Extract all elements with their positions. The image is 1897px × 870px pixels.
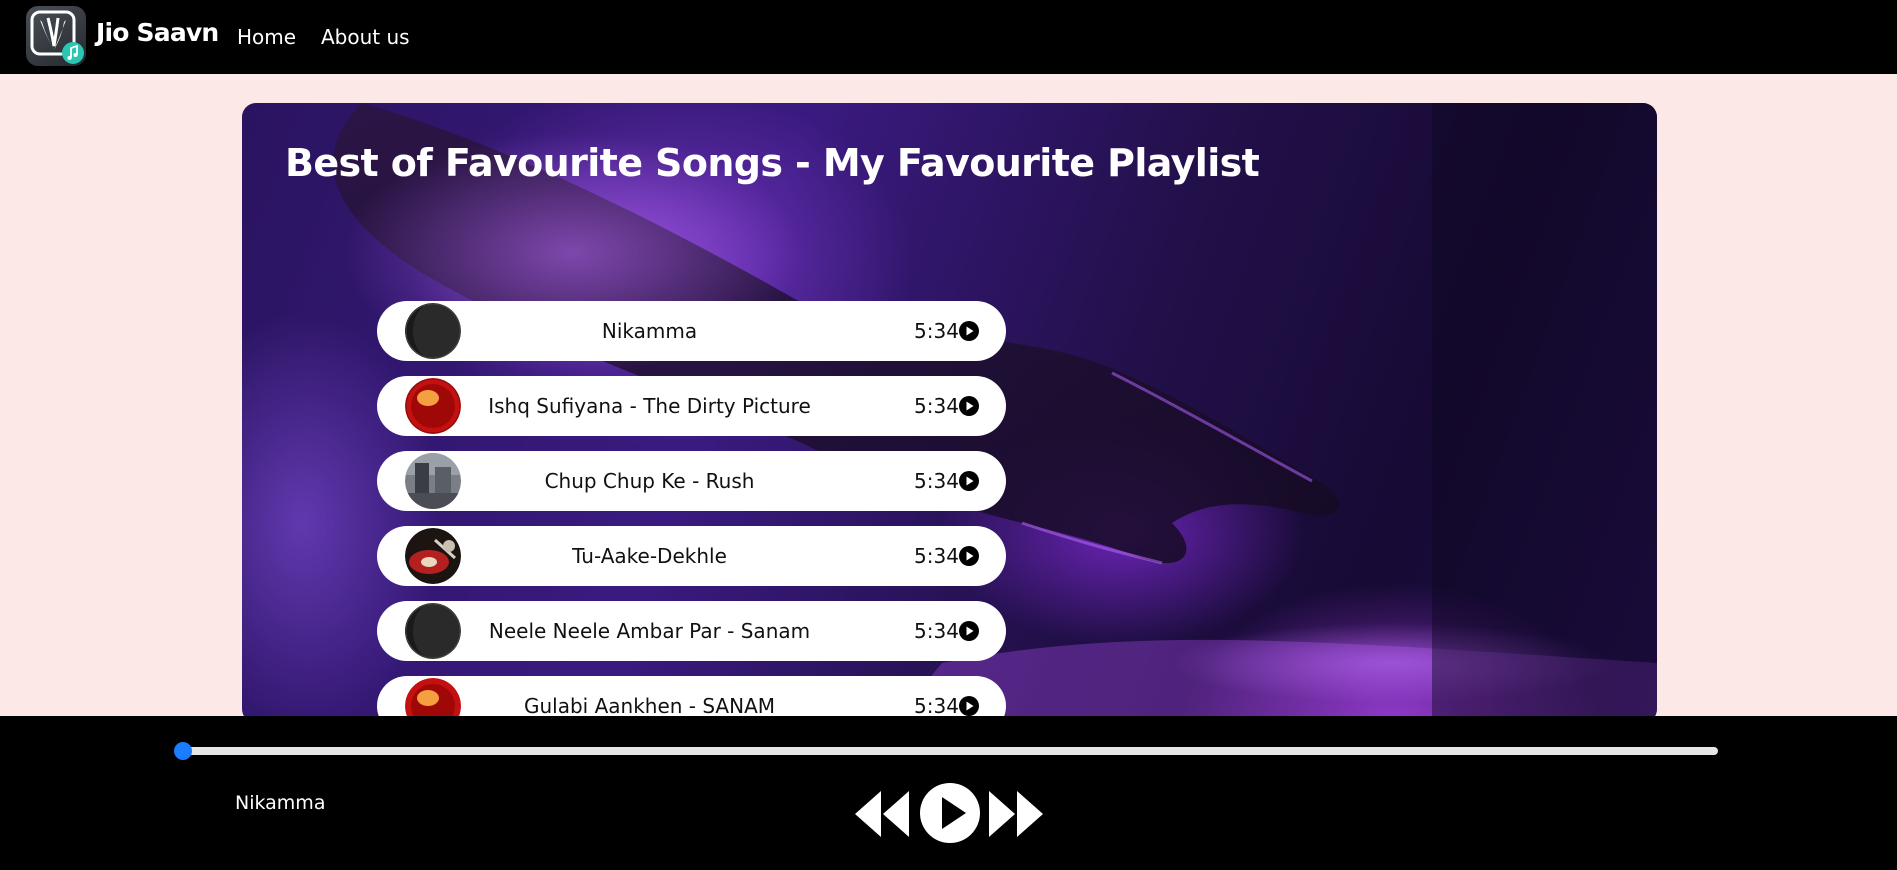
song-cover-image [405, 528, 461, 584]
top-navbar: Jio Saavn Home About us [0, 0, 1897, 74]
song-item[interactable]: Neele Neele Ambar Par - Sanam 5:34 [377, 601, 1006, 661]
play-circle-icon[interactable] [959, 696, 979, 716]
play-circle-icon[interactable] [959, 471, 979, 491]
bottom-player-bar: Nikamma [0, 716, 1897, 870]
song-item[interactable]: Chup Chup Ke - Rush 5:34 [377, 451, 1006, 511]
playlist-hero-card: Best of Favourite Songs - My Favourite P… [242, 103, 1657, 723]
song-item[interactable]: Nikamma 5:34 [377, 301, 1006, 361]
song-cover-image [405, 378, 461, 434]
song-title: Tu-Aake-Dekhle [572, 544, 727, 568]
play-icon[interactable] [918, 781, 982, 845]
song-item[interactable]: Tu-Aake-Dekhle 5:34 [377, 526, 1006, 586]
song-duration: 5:34 [914, 544, 959, 568]
song-duration: 5:34 [914, 469, 959, 493]
nav-link-home[interactable]: Home [237, 25, 296, 49]
song-list: Nikamma 5:34 Ishq Sufiyana - The Dirty P… [377, 301, 1006, 723]
now-playing-title: Nikamma [235, 792, 326, 814]
progress-slider[interactable] [183, 747, 1718, 755]
song-title: Nikamma [601, 319, 698, 343]
play-circle-icon[interactable] [959, 621, 979, 641]
nav-link-about-us[interactable]: About us [321, 25, 410, 49]
song-cover-image [405, 303, 461, 359]
play-circle-icon[interactable] [959, 396, 979, 416]
song-title: Ishq Sufiyana - The Dirty Picture [488, 394, 811, 418]
song-cover-image [405, 453, 461, 509]
play-circle-icon[interactable] [959, 321, 979, 341]
playlist-title: Best of Favourite Songs - My Favourite P… [285, 141, 1260, 185]
song-title: Neele Neele Ambar Par - Sanam [488, 619, 811, 643]
progress-slider-thumb[interactable] [174, 742, 192, 760]
song-duration: 5:34 [914, 619, 959, 643]
song-duration: 5:34 [914, 319, 959, 343]
song-cover-image [405, 603, 461, 659]
play-circle-icon[interactable] [959, 546, 979, 566]
song-title: Chup Chup Ke - Rush [544, 469, 755, 493]
previous-icon[interactable] [853, 789, 915, 839]
song-duration: 5:34 [914, 394, 959, 418]
jiosaavn-logo-icon[interactable] [26, 6, 86, 66]
song-item[interactable]: Ishq Sufiyana - The Dirty Picture 5:34 [377, 376, 1006, 436]
brand-name[interactable]: Jio Saavn [96, 18, 219, 47]
next-icon[interactable] [983, 789, 1045, 839]
